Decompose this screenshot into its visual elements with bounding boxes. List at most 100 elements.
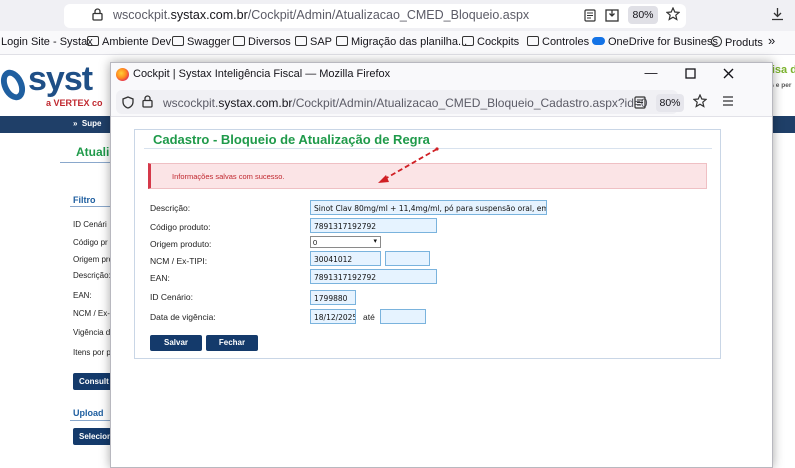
folder-icon — [233, 36, 245, 46]
maximize-icon[interactable] — [680, 67, 700, 82]
bookmark-onedrive[interactable]: OneDrive for Business — [592, 36, 718, 48]
popup-navbar: wscockpit.systax.com.br/Cockpit/Admin/At… — [111, 87, 772, 117]
bookmark-label: Diversos — [248, 36, 291, 48]
bookmark-label: SAP — [310, 36, 333, 48]
upload-divider — [70, 420, 110, 421]
label-codigo-produto: Código produto: — [150, 222, 211, 232]
bookmark-label: Produts — [725, 37, 763, 49]
popup-window-title: Cockpit | Systax Inteligência Fiscal — M… — [133, 68, 391, 80]
bookmark-cockpits[interactable]: Cockpits — [462, 36, 519, 48]
bookmark-label: Ambiente Dev — [102, 36, 172, 48]
filter-label-origem: Origem pro — [73, 255, 114, 264]
popup-window: Cockpit | Systax Inteligência Fiscal — M… — [110, 62, 773, 468]
url-prefix: wscockpit. — [113, 8, 171, 22]
folder-icon — [462, 36, 474, 46]
bookmarks-overflow-button[interactable]: » — [768, 33, 775, 48]
bookmark-diversos[interactable]: Diversos — [233, 36, 291, 48]
cloud-icon — [592, 37, 605, 45]
save-button[interactable]: Salvar — [150, 335, 202, 351]
bookmark-migracao[interactable]: Migração das planilha... — [336, 36, 467, 48]
bookmark-label: Migração das planilha... — [351, 36, 468, 48]
bookmark-label: Swagger — [187, 36, 231, 48]
label-id-cenario: ID Cenário: — [150, 292, 193, 302]
filter-label-codigo: Código pr — [73, 238, 108, 247]
form-title: Cadastro - Bloqueio de Atualização de Re… — [153, 132, 430, 147]
input-id-cenario[interactable]: 1799880 — [310, 290, 356, 305]
bookmark-ambiente-dev[interactable]: Ambiente Dev — [87, 36, 171, 48]
consult-button[interactable]: Consult — [73, 373, 113, 390]
upload-heading: Upload — [73, 408, 104, 418]
save-page-icon[interactable] — [605, 8, 619, 24]
reader-view-icon[interactable] — [634, 96, 646, 111]
label-vigencia-ate: até — [363, 312, 375, 322]
systax-logo: syst a VERTEX co — [0, 60, 110, 114]
select-origem-produto[interactable]: 0 ▾ — [310, 236, 381, 248]
downloads-icon[interactable] — [771, 7, 784, 23]
label-descricao: Descrição: — [150, 203, 191, 213]
input-vigencia-de[interactable]: 18/12/2025 — [310, 309, 356, 324]
bookmark-star-icon[interactable] — [665, 6, 681, 23]
bookmark-label: Login Site - Systax — [1, 36, 93, 48]
input-codigo-produto[interactable]: 7891317192792 — [310, 218, 437, 233]
label-ean: EAN: — [150, 273, 170, 283]
bookmark-controles[interactable]: Controles — [527, 36, 589, 48]
folder-icon — [172, 36, 184, 46]
url-prefix: wscockpit. — [163, 96, 219, 110]
select-origem-value: 0 — [313, 238, 318, 247]
bookmark-label: Cockpits — [477, 36, 520, 48]
bookmark-produts[interactable]: Produts — [711, 36, 763, 49]
filter-label-descricao: Descrição: — [73, 271, 111, 280]
shield-icon[interactable] — [122, 96, 134, 111]
page-title: Atuali — [76, 145, 110, 159]
input-vigencia-ate[interactable] — [380, 309, 426, 324]
firefox-logo-icon — [116, 68, 129, 81]
label-data-vigencia: Data de vigência: — [150, 312, 216, 322]
success-alert-text: Informações salvas com sucesso. — [172, 172, 285, 181]
systax-logo-mark — [0, 69, 26, 101]
nav-item-supe[interactable]: » Supe — [73, 119, 101, 128]
filter-label-id-cenario: ID Cenári — [73, 220, 107, 229]
input-ncm[interactable]: 30041012 — [310, 251, 381, 266]
input-ean[interactable]: 7891317192792 — [310, 269, 437, 284]
url-domain: systax.com.br — [218, 96, 293, 110]
url-path: /Cockpit/Admin/Atualizacao_CMED_Bloqueio… — [247, 8, 530, 22]
filter-label-vigencia: Vigência d — [73, 328, 111, 337]
filter-heading: Filtro — [73, 195, 96, 205]
folder-icon — [87, 36, 99, 46]
url-path: /Cockpit/Admin/Atualizacao_CMED_Bloqueio… — [292, 96, 648, 110]
filter-label-ncm: NCM / Ex- — [73, 309, 110, 318]
logo-text: syst — [28, 60, 93, 98]
heading-divider — [60, 162, 110, 163]
bookmark-star-icon[interactable] — [692, 93, 708, 110]
url-domain: systax.com.br — [170, 8, 248, 22]
select-file-button[interactable]: Selecion — [73, 428, 113, 445]
lock-icon[interactable] — [92, 8, 103, 23]
label-ncm-ex-tipi: NCM / Ex-TIPI: — [150, 256, 208, 266]
zoom-indicator[interactable]: 80% — [628, 6, 658, 24]
input-descricao[interactable]: Sinot Clav 80mg/ml + 11,4mg/ml, pó para … — [310, 200, 547, 215]
nav-item-label: Supe — [81, 119, 102, 128]
annotation-arrow — [378, 147, 439, 183]
close-icon[interactable] — [718, 67, 738, 82]
popup-url-text: wscockpit.systax.com.br/Cockpit/Admin/At… — [163, 96, 648, 110]
globe-icon — [711, 36, 722, 47]
bookmark-swagger[interactable]: Swagger — [172, 36, 230, 48]
bookmark-label: Controles — [542, 36, 590, 48]
bookmark-sap[interactable]: SAP — [295, 36, 332, 48]
popup-zoom-indicator[interactable]: 80% — [656, 94, 684, 112]
folder-icon — [527, 36, 539, 46]
bookmark-label: OneDrive for Business — [608, 36, 719, 48]
url-text: wscockpit.systax.com.br/Cockpit/Admin/At… — [113, 8, 529, 22]
menu-hamburger-icon[interactable] — [722, 95, 734, 109]
double-chevron-icon: » — [73, 119, 78, 128]
input-ex-tipi[interactable] — [385, 251, 430, 266]
label-origem-produto: Origem produto: — [150, 239, 212, 249]
filter-divider — [70, 206, 110, 207]
background-url-bar: wscockpit.systax.com.br/Cockpit/Admin/At… — [0, 0, 795, 31]
filter-label-ean: EAN: — [73, 291, 92, 300]
bookmark-login-site[interactable]: Login Site - Systax — [1, 36, 93, 48]
reader-view-icon[interactable] — [584, 9, 596, 24]
close-button[interactable]: Fechar — [206, 335, 258, 351]
minimize-icon[interactable]: — — [641, 65, 661, 80]
lock-icon[interactable] — [142, 95, 153, 110]
